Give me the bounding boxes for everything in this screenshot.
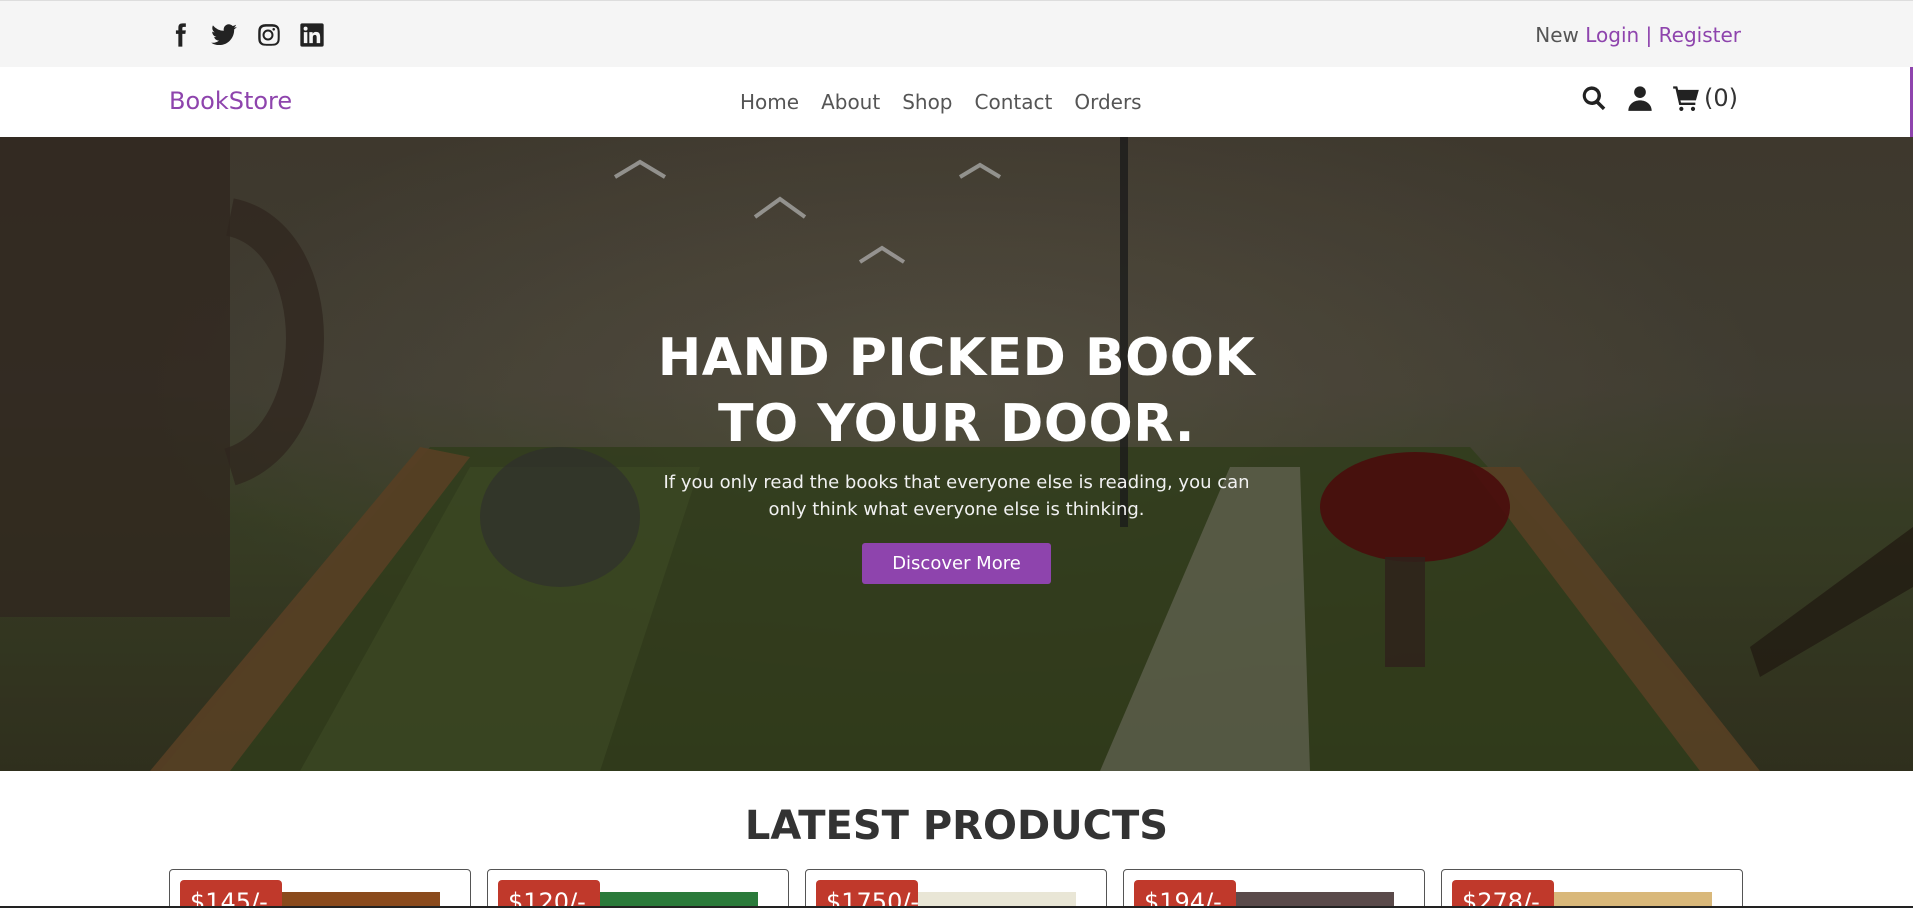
login-link[interactable]: Login xyxy=(1585,23,1639,47)
auth-links: New Login | Register xyxy=(1535,23,1741,47)
price-badge: $194/- xyxy=(1134,880,1236,908)
product-card[interactable]: $1750/- xyxy=(805,869,1107,908)
nav-home[interactable]: Home xyxy=(740,90,799,114)
product-card[interactable]: $145/- xyxy=(169,869,471,908)
latest-products-title: LATEST PRODUCTS xyxy=(744,803,1169,849)
product-card[interactable]: $120/- xyxy=(487,869,789,908)
nav-contact[interactable]: Contact xyxy=(975,90,1053,114)
price-badge: $1750/- xyxy=(816,880,919,908)
facebook-icon[interactable] xyxy=(166,21,194,49)
hero-banner: HAND PICKED BOOK TO YOUR DOOR. If you on… xyxy=(0,137,1913,771)
nav-orders[interactable]: Orders xyxy=(1074,90,1141,114)
linkedin-icon[interactable] xyxy=(298,21,326,49)
twitter-icon[interactable] xyxy=(210,21,238,49)
product-cards: $145/- $120/- $1750/- $194/- $278/- xyxy=(169,869,1743,908)
cart-icon xyxy=(1672,84,1700,112)
price-badge: $120/- xyxy=(498,880,600,908)
cart-count: (0) xyxy=(1704,84,1738,112)
hero-quote: If you only read the books that everyone… xyxy=(663,472,1250,520)
nav-shop[interactable]: Shop xyxy=(902,90,952,114)
main-nav: Home About Shop Contact Orders xyxy=(740,90,1142,114)
search-icon[interactable] xyxy=(1580,84,1608,112)
product-card[interactable]: $278/- xyxy=(1441,869,1743,908)
main-header: BookStore Home About Shop Contact Orders… xyxy=(0,67,1913,137)
auth-prefix: New xyxy=(1535,23,1579,47)
cart-button[interactable]: (0) xyxy=(1672,84,1738,112)
header-actions: (0) xyxy=(1580,84,1738,112)
hero-content: HAND PICKED BOOK TO YOUR DOOR. If you on… xyxy=(0,325,1913,584)
nav-about[interactable]: About xyxy=(821,90,880,114)
discover-more-button[interactable]: Discover More xyxy=(862,543,1051,584)
user-icon[interactable] xyxy=(1626,84,1654,112)
hero-title-line-1: HAND PICKED BOOK xyxy=(657,328,1256,388)
top-bar: New Login | Register xyxy=(0,0,1913,67)
price-badge: $278/- xyxy=(1452,880,1554,908)
instagram-icon[interactable] xyxy=(254,21,282,49)
hero-title-line-2: TO YOUR DOOR. xyxy=(718,394,1195,454)
auth-separator: | xyxy=(1645,23,1653,47)
hero-title: HAND PICKED BOOK TO YOUR DOOR. xyxy=(0,325,1913,457)
price-badge: $145/- xyxy=(180,880,282,908)
social-links xyxy=(166,21,326,49)
logo[interactable]: BookStore xyxy=(169,87,292,115)
register-link[interactable]: Register xyxy=(1659,23,1741,47)
latest-products-section: LATEST PRODUCTS $145/- $120/- $1750/- $1… xyxy=(0,771,1913,908)
product-card[interactable]: $194/- xyxy=(1123,869,1425,908)
